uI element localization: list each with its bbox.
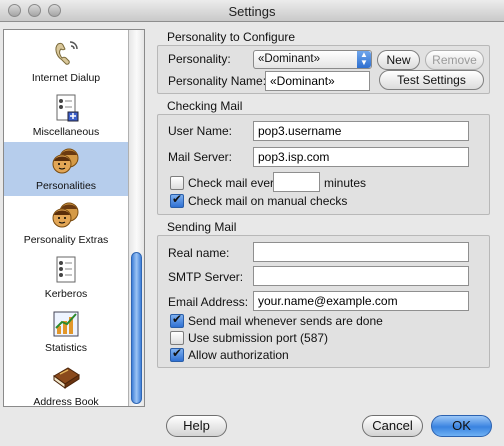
sending-section-title: Sending Mail	[167, 220, 237, 234]
chevron-updown-icon: ▲ ▼	[357, 51, 371, 68]
personality-section-title: Personality to Configure	[167, 30, 296, 44]
test-settings-button[interactable]: Test Settings	[379, 70, 484, 90]
real-name-label: Real name:	[168, 246, 230, 260]
personality-extras-icon	[52, 202, 79, 228]
kerberos-icon	[56, 256, 76, 283]
window-title: Settings	[228, 4, 276, 19]
allow-authorization-label: Allow authorization	[188, 348, 289, 362]
statistics-icon	[53, 311, 79, 337]
sidebar-scroll-thumb[interactable]	[131, 252, 142, 404]
email-address-field[interactable]	[253, 291, 469, 311]
minutes-label: minutes	[324, 176, 367, 190]
check-every-label: Check mail every	[188, 176, 281, 190]
sidebar-item-label: Internet Dialup	[31, 72, 101, 84]
sidebar-item-statistics[interactable]: Statistics	[4, 304, 128, 358]
sidebar-item-address-book[interactable]: Address Book	[4, 358, 128, 407]
submission-port-checkbox[interactable]	[170, 331, 184, 345]
sidebar-item-miscellaneous[interactable]: Miscellaneous	[4, 88, 128, 142]
ok-button[interactable]: OK	[431, 415, 492, 437]
username-field[interactable]	[253, 121, 469, 141]
sidebar-item-label: Address Book	[33, 396, 99, 407]
personalities-icon	[52, 148, 79, 174]
sidebar-item-label: Statistics	[44, 342, 87, 354]
manual-checks-label: Check mail on manual checks	[188, 194, 348, 208]
send-when-checkbox[interactable]	[170, 312, 184, 328]
new-personality-button[interactable]: New	[377, 50, 420, 70]
allow-authorization-checkbox[interactable]	[170, 346, 184, 362]
personality-name-label: Personality Name:	[168, 74, 267, 88]
mail-server-field[interactable]	[253, 147, 469, 167]
sidebar-item-label: Personality Extras	[23, 234, 109, 246]
manual-checks-checkbox[interactable]	[170, 192, 184, 208]
send-when-label: Send mail whenever sends are done	[188, 314, 383, 328]
help-button[interactable]: Help	[166, 415, 227, 437]
settings-category-list[interactable]: Internet Dialup Miscellaneous Personalit…	[3, 29, 145, 407]
check-every-checkbox[interactable]	[170, 176, 184, 190]
email-address-label: Email Address:	[168, 295, 249, 309]
dialup-icon	[55, 41, 78, 65]
miscellaneous-icon	[56, 94, 79, 122]
submission-port-label: Use submission port (587)	[188, 331, 329, 345]
sidebar-item-label: Kerberos	[44, 288, 88, 300]
sidebar-item-label: Personalities	[35, 180, 97, 192]
sidebar-scrollbar[interactable]	[128, 30, 144, 406]
personality-label: Personality:	[168, 52, 231, 66]
address-book-icon	[53, 367, 80, 389]
title-bar: Settings	[0, 0, 504, 22]
mail-server-label: Mail Server:	[168, 150, 233, 164]
remove-personality-button[interactable]: Remove	[425, 50, 484, 70]
sidebar-item-personalities[interactable]: Personalities	[4, 142, 128, 196]
smtp-server-label: SMTP Server:	[168, 270, 244, 284]
cancel-button[interactable]: Cancel	[362, 415, 423, 437]
sidebar-item-internet-dialup[interactable]: Internet Dialup	[4, 34, 128, 88]
real-name-field[interactable]	[253, 242, 469, 262]
personality-name-field[interactable]	[265, 71, 370, 91]
personality-select-value: «Dominant»	[258, 53, 321, 65]
sidebar-item-label: Miscellaneous	[32, 126, 100, 138]
checking-section-title: Checking Mail	[167, 99, 243, 113]
sidebar-item-kerberos[interactable]: Kerberos	[4, 250, 128, 304]
username-label: User Name:	[168, 124, 233, 138]
sidebar-item-personality-extras[interactable]: Personality Extras	[4, 196, 128, 250]
smtp-server-field[interactable]	[253, 266, 469, 286]
personality-select[interactable]: «Dominant» ▲ ▼	[253, 50, 372, 69]
check-interval-field[interactable]	[273, 172, 320, 192]
